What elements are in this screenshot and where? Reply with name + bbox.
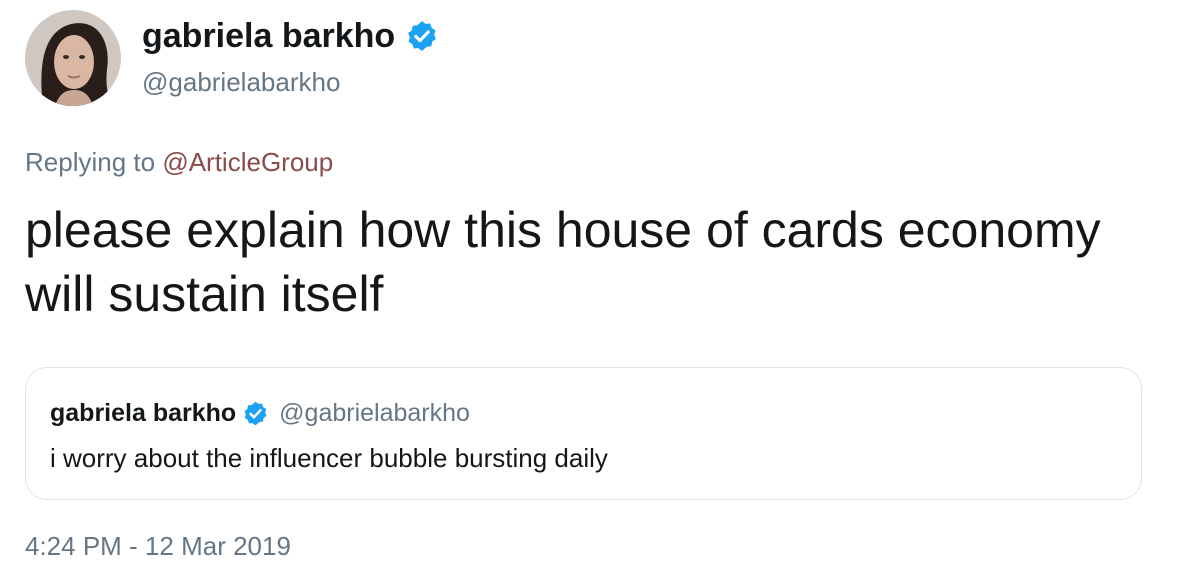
quoted-tweet-text: i worry about the influencer bubble burs… — [50, 443, 608, 473]
replying-to: Replying to @ArticleGroup — [25, 144, 333, 180]
author-name-row[interactable]: gabriela barkho — [142, 12, 439, 60]
author-handle[interactable]: @gabrielabarkho — [142, 64, 340, 100]
tweet-timestamp[interactable]: 4:24 PM - 12 Mar 2019 — [25, 528, 291, 564]
verified-badge-icon — [405, 19, 439, 53]
author-name[interactable]: gabriela barkho — [142, 12, 395, 60]
quoted-tweet-card[interactable]: gabriela barkho @gabrielabarkho i worry … — [25, 367, 1142, 500]
quoted-tweet-header: gabriela barkho @gabrielabarkho — [50, 396, 470, 430]
avatar-image — [25, 10, 121, 106]
replying-to-label: Replying to — [25, 147, 163, 177]
tweet-text: please explain how this house of cards e… — [25, 202, 1101, 322]
tweet: gabriela barkho @gabrielabarkho Replying… — [0, 0, 1182, 582]
avatar[interactable] — [25, 10, 121, 106]
quoted-author-handle: @gabrielabarkho — [279, 399, 470, 427]
replying-to-mention-link[interactable]: @ArticleGroup — [162, 147, 333, 177]
quoted-author-name: gabriela barkho — [50, 399, 237, 427]
verified-badge-icon — [242, 400, 269, 427]
